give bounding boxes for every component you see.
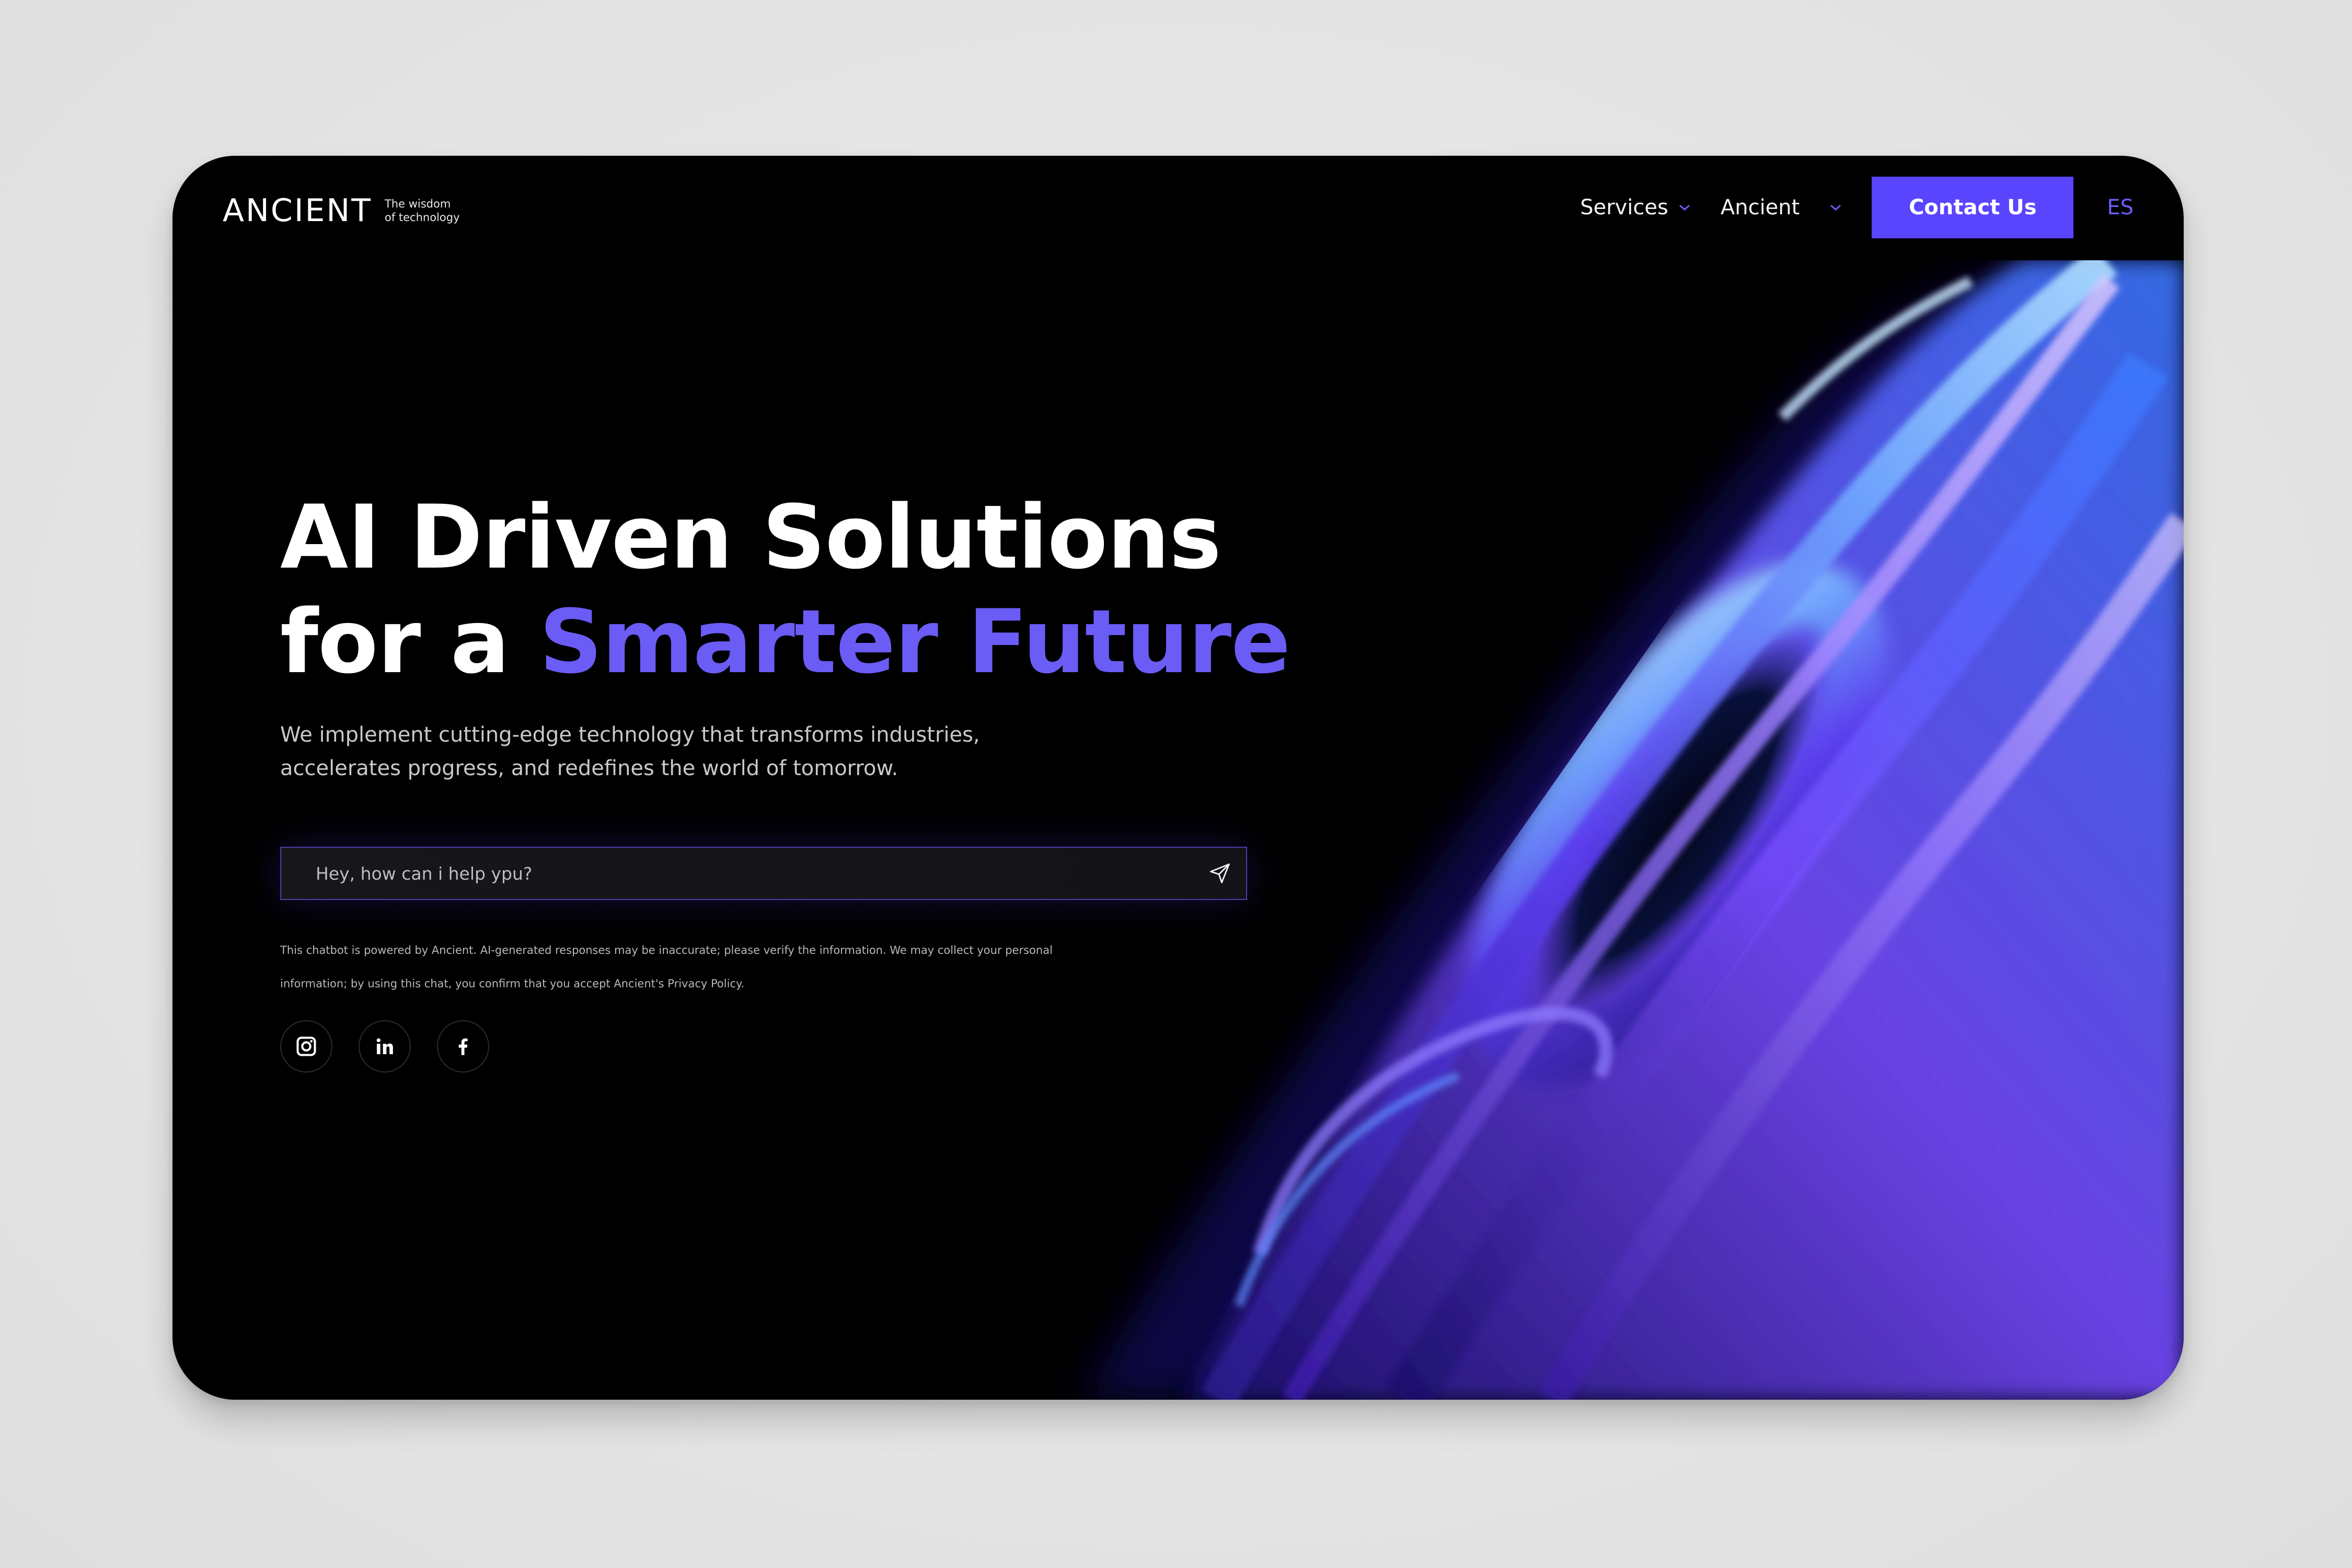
linkedin-icon — [376, 1038, 393, 1054]
chatbot-input-bar — [280, 847, 1247, 900]
hero-title-accent: Smarter Future — [539, 591, 1291, 693]
hero-title-line1: AI Driven Solutions — [280, 486, 1221, 589]
chatbot-disclaimer: This chatbot is powered by Ancient. AI-g… — [280, 944, 1053, 990]
social-links — [280, 1020, 489, 1073]
send-icon — [1210, 863, 1230, 883]
chevron-down-icon — [1679, 204, 1690, 211]
nav-item-ancient[interactable]: Ancient — [1721, 195, 1842, 220]
hero-swirl-artwork — [1082, 260, 2184, 1400]
nav-item-services-label: Services — [1580, 195, 1668, 220]
linkedin-link[interactable] — [359, 1020, 411, 1073]
brand-tagline-line2: of technology — [384, 211, 460, 224]
nav-item-services[interactable]: Services — [1580, 195, 1691, 220]
website-window: ANCIENT The wisdom of technology Service… — [172, 156, 2184, 1400]
send-button[interactable] — [1194, 848, 1246, 899]
hero-title: AI Driven Solutions for a Smarter Future — [280, 485, 1290, 694]
hero-title-line2: for a Smarter Future — [280, 590, 1290, 694]
instagram-icon — [296, 1036, 316, 1056]
contact-us-button[interactable]: Contact Us — [1872, 177, 2074, 238]
hero-title-prefix: for a — [280, 591, 539, 693]
chevron-down-icon — [1830, 204, 1841, 211]
main-nav: Services Ancient Contact Us ES — [1580, 177, 2134, 238]
hero-subtitle: We implement cutting-edge technology tha… — [280, 723, 980, 780]
facebook-icon — [458, 1038, 468, 1055]
brand-tagline: The wisdom of technology — [385, 197, 460, 224]
brand-tagline-line1: The wisdom — [384, 198, 451, 210]
chatbot-input[interactable] — [281, 847, 1194, 900]
instagram-link[interactable] — [280, 1020, 332, 1073]
brand-logo[interactable]: ANCIENT The wisdom of technology — [223, 192, 460, 229]
nav-item-ancient-label: Ancient — [1720, 195, 1800, 220]
facebook-link[interactable] — [437, 1020, 489, 1073]
brand-wordmark: ANCIENT — [223, 192, 372, 229]
language-switcher[interactable]: ES — [2107, 195, 2134, 220]
